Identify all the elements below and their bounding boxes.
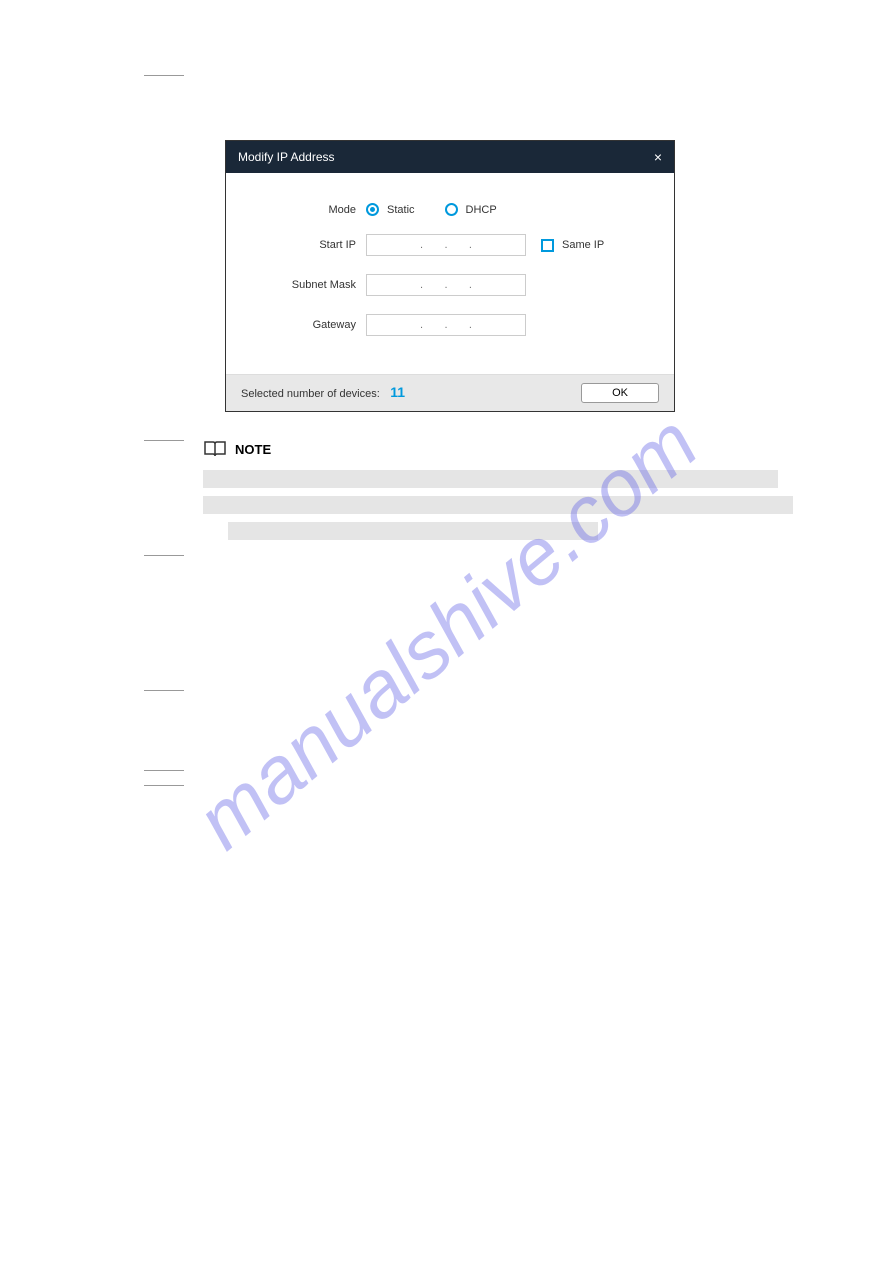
device-count-value: 11 — [390, 384, 405, 400]
radio-icon — [366, 203, 379, 216]
margin-marker — [144, 75, 184, 76]
static-label: Static — [387, 204, 415, 216]
device-count-area: Selected number of devices: 11 — [241, 384, 405, 402]
note-content-bar — [228, 522, 598, 540]
start-ip-input[interactable] — [366, 234, 526, 256]
mode-label: Mode — [246, 204, 366, 216]
subnet-mask-input[interactable] — [366, 274, 526, 296]
note-label: NOTE — [235, 442, 271, 457]
gateway-input[interactable] — [366, 314, 526, 336]
dhcp-label: DHCP — [466, 204, 497, 216]
radio-icon — [445, 203, 458, 216]
margin-marker — [144, 555, 184, 556]
static-radio[interactable]: Static — [366, 203, 415, 216]
subnet-mask-row: Subnet Mask — [246, 274, 654, 296]
dialog-footer: Selected number of devices: 11 OK — [226, 374, 674, 411]
subnet-mask-label: Subnet Mask — [246, 279, 366, 291]
margin-marker — [144, 440, 184, 441]
dialog-body: Mode Static DHCP Start IP — [226, 173, 674, 374]
margin-marker — [144, 690, 184, 691]
dialog-header: Modify IP Address × — [226, 141, 674, 173]
dialog-title: Modify IP Address — [238, 150, 335, 164]
close-icon[interactable]: × — [654, 149, 662, 165]
note-content-bar — [203, 496, 793, 514]
gateway-row: Gateway — [246, 314, 654, 336]
book-icon — [203, 440, 227, 458]
content-area: Modify IP Address × Mode Static DHCP — [0, 0, 893, 40]
device-count-label: Selected number of devices: — [241, 388, 380, 400]
note-section: NOTE — [203, 440, 793, 548]
start-ip-row: Start IP Same IP — [246, 234, 654, 256]
margin-marker — [144, 785, 184, 786]
margin-marker — [144, 770, 184, 771]
ok-button[interactable]: OK — [581, 383, 659, 403]
mode-row: Mode Static DHCP — [246, 203, 654, 216]
modify-ip-dialog: Modify IP Address × Mode Static DHCP — [225, 140, 675, 412]
note-header: NOTE — [203, 440, 793, 458]
start-ip-label: Start IP — [246, 239, 366, 251]
gateway-label: Gateway — [246, 319, 366, 331]
same-ip-label: Same IP — [562, 239, 604, 251]
checkbox-icon — [541, 239, 554, 252]
dhcp-radio[interactable]: DHCP — [445, 203, 497, 216]
note-content-bar — [203, 470, 778, 488]
mode-radio-group: Static DHCP — [366, 203, 497, 216]
same-ip-checkbox[interactable]: Same IP — [541, 239, 604, 252]
